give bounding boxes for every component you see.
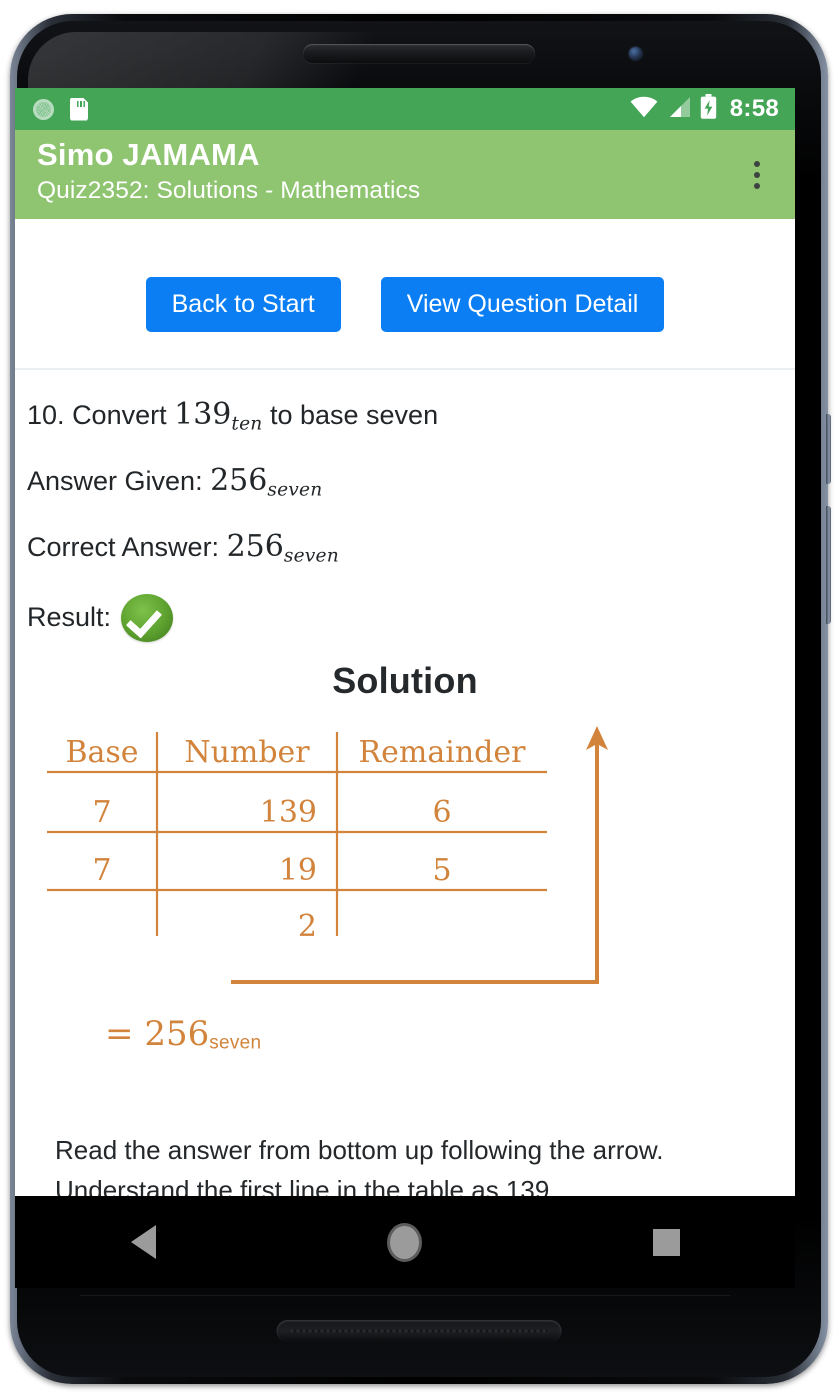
final-value-subscript: seven: [209, 1031, 262, 1053]
question-prompt: 10. Convert 139ten to base seven: [27, 396, 783, 436]
app-bar-titles: Simo JAMAMA Quiz2352: Solutions - Mathem…: [37, 137, 739, 207]
status-bar: 8:58: [15, 88, 795, 130]
solution-figure: Base Number Remainder 7 139 6 7 19 5 2 =…: [27, 724, 783, 1104]
table-header-base: Base: [65, 735, 138, 770]
question-prompt-suffix: to base seven: [269, 400, 439, 431]
main-content: Back to Start View Question Detail 10. C…: [15, 218, 795, 1196]
phone-screen: 8:58 Simo JAMAMA Quiz2352: Solutions - M…: [15, 88, 795, 1196]
correct-answer-label: Correct Answer:: [27, 531, 220, 562]
more-vertical-icon[interactable]: [739, 152, 775, 198]
question-number: 10.: [27, 400, 65, 431]
table-cell-number-3: 2: [298, 909, 317, 944]
table-cell-base-2: 7: [92, 853, 111, 888]
nav-recents-icon[interactable]: [652, 1228, 680, 1256]
question-detail-section: 10. Convert 139ten to base seven Answer …: [15, 370, 795, 1196]
table-header-number: Number: [184, 735, 310, 770]
nav-bar-hairline: [80, 1295, 730, 1296]
question-value: 139ten: [174, 397, 263, 435]
back-to-start-button[interactable]: Back to Start: [145, 276, 341, 333]
solution-explanation: Read the answer from bottom up following…: [55, 1134, 664, 1197]
table-cell-remainder-1: 6: [432, 795, 451, 830]
table-cell-base-1: 7: [92, 795, 111, 830]
nav-back-icon[interactable]: [130, 1225, 156, 1259]
android-navigation-bar: [15, 1196, 795, 1296]
battery-charging-icon: [700, 94, 717, 124]
correct-answer-line: Correct Answer: 256seven: [27, 528, 783, 568]
wifi-icon: [630, 96, 658, 123]
front-camera-icon: [629, 47, 642, 60]
result-label: Result:: [27, 601, 112, 632]
division-table-graphic: Base Number Remainder 7 139 6 7 19 5 2: [47, 725, 608, 984]
action-button-row: Back to Start View Question Detail: [15, 219, 795, 369]
sync-icon: [33, 98, 54, 120]
bottom-speaker-icon: [276, 1320, 562, 1342]
correct-answer-value: 256seven: [226, 528, 339, 567]
solution-final-answer: = 256seven: [105, 1014, 783, 1054]
sd-card-icon: [70, 97, 88, 121]
status-bar-left-icons: [33, 97, 88, 121]
status-bar-clock: 8:58: [729, 95, 779, 122]
table-cell-number-2: 19: [279, 853, 317, 888]
view-question-detail-button[interactable]: View Question Detail: [380, 276, 665, 333]
table-cell-number-1: 139: [260, 795, 317, 830]
cellular-signal-icon: [667, 96, 691, 123]
answer-given-line: Answer Given: 256seven: [27, 462, 783, 502]
result-line: Result:: [27, 593, 783, 642]
power-button[interactable]: [826, 414, 831, 484]
answer-given-label: Answer Given:: [27, 465, 203, 496]
green-check-icon: [121, 593, 174, 642]
app-bar-subtitle: Quiz2352: Solutions - Mathematics: [37, 176, 421, 204]
earpiece-speaker-icon: [303, 44, 535, 63]
table-header-remainder: Remainder: [359, 735, 527, 770]
table-cell-remainder-2: 5: [432, 853, 451, 888]
nav-home-icon[interactable]: [386, 1222, 422, 1262]
status-bar-right-icons: 8:58: [630, 94, 779, 124]
app-bar-title: Simo JAMAMA: [37, 137, 260, 172]
solution-heading: Solution: [332, 659, 478, 701]
app-bar: Simo JAMAMA Quiz2352: Solutions - Mathem…: [15, 130, 795, 219]
equals-sign: =: [105, 1013, 134, 1054]
answer-given-value: 256seven: [210, 462, 323, 501]
question-prompt-prefix: Convert: [72, 400, 167, 431]
volume-button[interactable]: [826, 506, 831, 624]
final-value: 256: [144, 1013, 210, 1054]
